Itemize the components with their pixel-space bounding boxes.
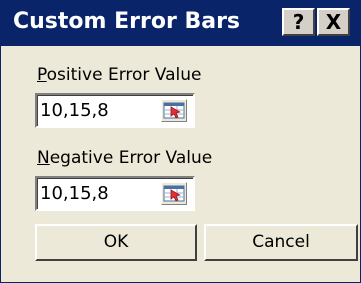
collapse-dialog-icon <box>163 102 185 119</box>
custom-error-bars-dialog: Custom Error Bars ? X Positive Error Val… <box>0 0 361 283</box>
cancel-button[interactable]: Cancel <box>204 224 358 261</box>
positive-error-field[interactable] <box>35 93 195 128</box>
negative-error-input[interactable] <box>40 180 150 207</box>
window-title: Custom Error Bars <box>13 9 241 34</box>
positive-error-input[interactable] <box>40 97 150 124</box>
positive-error-label: Positive Error Value <box>37 64 201 86</box>
negative-error-label-text: egative Error Value <box>49 148 213 168</box>
negative-collapse-dialog-button[interactable] <box>161 182 187 205</box>
help-button[interactable]: ? <box>282 8 315 36</box>
negative-error-field[interactable] <box>35 176 195 211</box>
collapse-dialog-icon <box>163 185 185 202</box>
positive-error-label-accelerator: P <box>37 65 47 85</box>
title-bar[interactable]: Custom Error Bars ? X <box>1 1 360 46</box>
negative-error-label-accelerator: N <box>37 148 50 168</box>
ok-button[interactable]: OK <box>35 224 197 261</box>
positive-error-label-text: ositive Error Value <box>46 65 202 85</box>
positive-collapse-dialog-button[interactable] <box>161 99 187 122</box>
negative-error-label: Negative Error Value <box>37 147 212 169</box>
close-button[interactable]: X <box>317 8 350 36</box>
